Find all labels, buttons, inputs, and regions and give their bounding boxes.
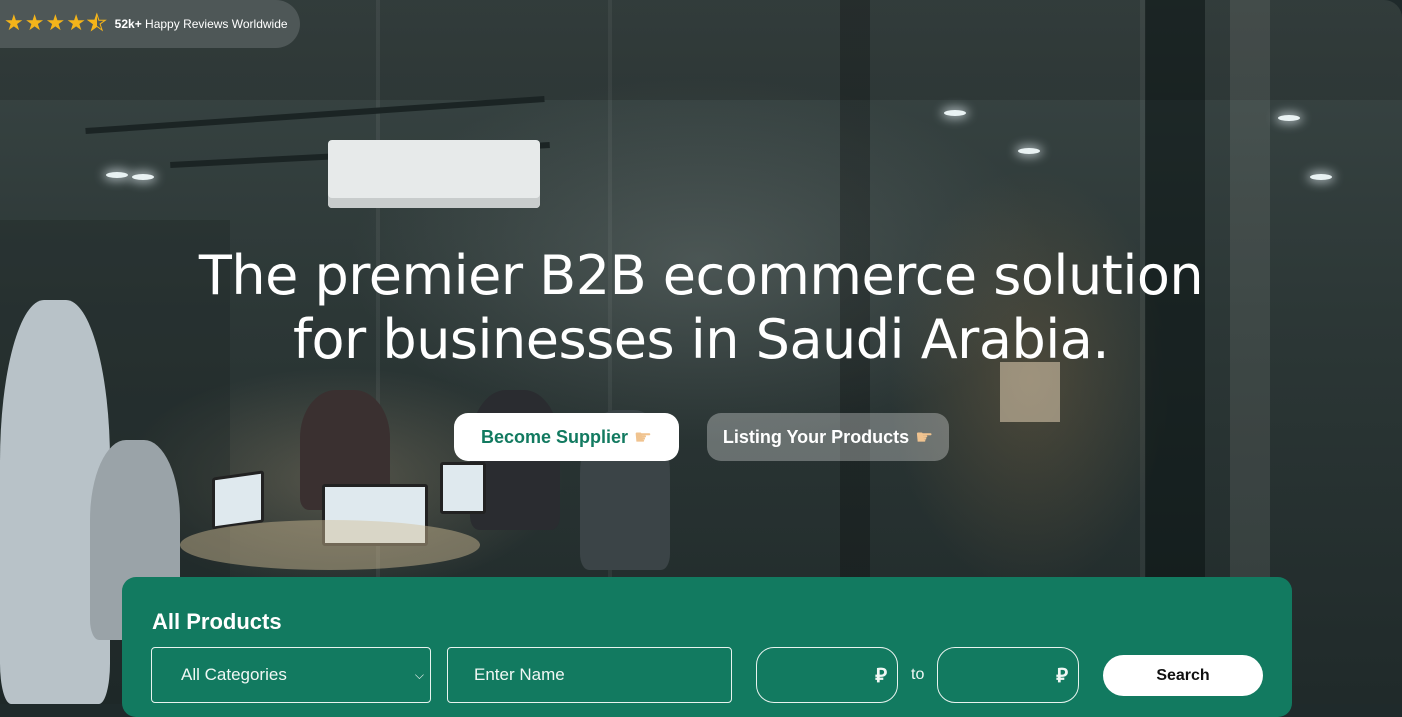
riyal-currency-icon: ⃁ bbox=[875, 663, 887, 687]
laptop bbox=[212, 470, 264, 530]
panel-title: All Products bbox=[152, 609, 282, 634]
ceiling-light bbox=[1278, 115, 1300, 121]
ceiling-light bbox=[944, 110, 966, 116]
ceiling-light bbox=[1018, 148, 1040, 154]
ceiling-track bbox=[85, 95, 545, 135]
price-range-separator: to bbox=[911, 666, 925, 683]
riyal-currency-icon: ⃁ bbox=[1056, 663, 1068, 687]
become-supplier-button[interactable]: Become Supplier ☛ bbox=[454, 413, 679, 461]
ceiling-light bbox=[132, 174, 154, 180]
ceiling-light bbox=[106, 172, 128, 178]
reviews-label: Happy Reviews Worldwide bbox=[145, 17, 288, 31]
pointing-hand-icon: ☛ bbox=[915, 425, 934, 449]
air-conditioner bbox=[328, 140, 540, 208]
star-icon: ★ bbox=[66, 11, 86, 36]
product-name-input[interactable]: Enter Name bbox=[447, 647, 732, 703]
meeting-table bbox=[180, 520, 480, 570]
half-star-icon: ★ bbox=[86, 11, 107, 36]
reviews-text: 52k+ Happy Reviews Worldwide bbox=[115, 17, 288, 31]
chevron-down-icon: ⌵ bbox=[414, 667, 424, 682]
star-icon: ★ bbox=[45, 11, 66, 36]
category-select[interactable]: All Categories ⌵ bbox=[151, 647, 431, 703]
max-price-input[interactable]: ⃁ bbox=[937, 647, 1079, 703]
reviews-count: 52k+ bbox=[114, 17, 142, 31]
search-button[interactable]: Search bbox=[1103, 655, 1263, 696]
star-icon: ★ bbox=[4, 11, 24, 36]
category-select-value: All Categories bbox=[181, 665, 287, 684]
listing-products-button[interactable]: Listing Your Products ☛ bbox=[707, 413, 949, 461]
ceiling-light bbox=[1310, 174, 1332, 180]
product-search-panel: All Products All Categories ⌵ Enter Name… bbox=[122, 577, 1292, 717]
star-rating: ★ ★ ★ ★ ★ bbox=[4, 11, 107, 36]
pointing-hand-icon: ☛ bbox=[634, 425, 652, 449]
product-name-placeholder: Enter Name bbox=[474, 665, 565, 684]
listing-products-label: Listing Your Products bbox=[722, 426, 910, 447]
headline-line-1: The premier B2B ecommerce solution bbox=[198, 244, 1204, 307]
headline-line-2: for businesses in Saudi Arabia. bbox=[293, 308, 1110, 371]
hero-headline: The premier B2B ecommerce solution for b… bbox=[0, 244, 1402, 372]
become-supplier-label: Become Supplier bbox=[481, 426, 629, 447]
star-icon: ★ bbox=[24, 11, 45, 36]
min-price-input[interactable]: ⃁ bbox=[756, 647, 898, 703]
laptop bbox=[440, 462, 486, 514]
reviews-badge: ★ ★ ★ ★ ★ 52k+ Happy Reviews Worldwide bbox=[0, 0, 300, 48]
